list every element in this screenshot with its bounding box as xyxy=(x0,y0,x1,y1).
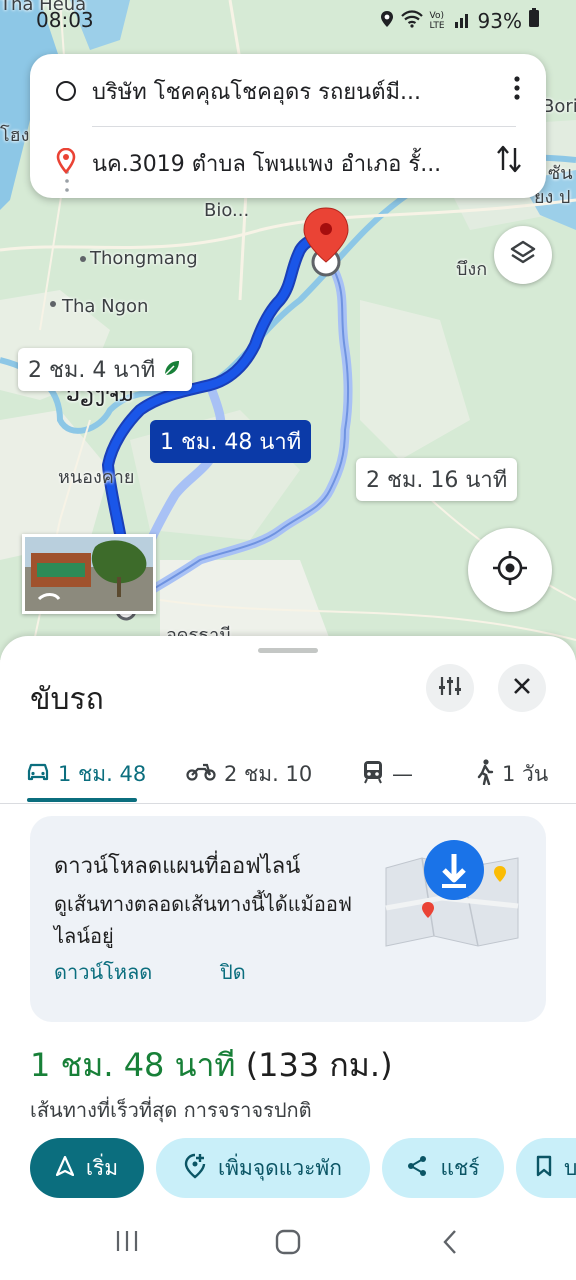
eta-time: 1 ชม. 48 นาที xyxy=(30,1046,236,1084)
share-icon xyxy=(406,1155,428,1182)
route-divider xyxy=(92,126,516,127)
battery-icon xyxy=(528,8,540,33)
wifi-icon xyxy=(400,9,424,33)
offline-map-card: ดาวน์โหลดแผนที่ออฟไลน์ ดูเส้นทางตลอดเส้น… xyxy=(30,816,546,1022)
layers-icon xyxy=(509,239,537,271)
origin-row[interactable]: บริษัท โชคคุณโชคอุดร รถยนต์มี... xyxy=(30,58,546,124)
tab-drive[interactable]: 1 ชม. 48 xyxy=(26,744,146,804)
eta-subtitle: เส้นทางที่เร็วที่สุด การจราจรปกติ xyxy=(30,1098,312,1122)
origin-circle-icon xyxy=(56,81,76,101)
bookmark-icon xyxy=(536,1155,552,1182)
motorcycle-icon xyxy=(186,762,216,787)
origin-input[interactable]: บริษัท โชคคุณโชคอุดร รถยนต์มี... xyxy=(92,74,478,109)
action-buttons: เริ่ม เพิ่มจุดแวะพัก แชร์ บ xyxy=(30,1138,576,1198)
route-options-button[interactable] xyxy=(426,664,474,712)
start-button-label: เริ่ม xyxy=(85,1155,119,1180)
route-card: บริษัท โชคคุณโชคอุดร รถยนต์มี... นค.3019… xyxy=(30,54,546,198)
swap-icon[interactable] xyxy=(496,144,522,178)
battery-level: 93% xyxy=(477,8,522,33)
travel-mode-tabs: 1 ชม. 48 2 ชม. 10 — 1 วัน xyxy=(0,744,576,804)
signal-icon xyxy=(454,9,472,33)
tab-walk-label: 1 วัน xyxy=(502,761,549,786)
dismiss-link[interactable]: ปิด xyxy=(220,956,246,988)
location-icon xyxy=(380,9,394,33)
route-time-alt-chip[interactable]: 2 ชม. 16 นาที xyxy=(356,458,518,501)
map-label-tha-ngon: Tha Ngon xyxy=(62,296,149,317)
tab-motorcycle[interactable]: 2 ชม. 10 xyxy=(186,744,312,804)
tab-walk[interactable]: 1 วัน xyxy=(476,744,548,804)
route-time-eco-chip[interactable]: 2 ชม. 4 นาที xyxy=(18,348,193,391)
eta-distance: (133 กม.) xyxy=(245,1046,393,1084)
walk-icon xyxy=(476,758,494,790)
crosshair-icon xyxy=(491,549,529,591)
map-label-laos-left: โฮง xyxy=(0,125,30,146)
recents-icon[interactable] xyxy=(114,1228,140,1258)
train-icon xyxy=(362,760,384,789)
car-icon xyxy=(26,762,50,787)
tab-transit-label: — xyxy=(392,762,413,786)
map-label-buengkan: บึงก xyxy=(456,259,488,280)
offline-card-description: ดูเส้นทางตลอดเส้นทางนี้ได้แม้ออฟไลน์อยู่ xyxy=(54,892,352,948)
close-icon xyxy=(513,677,531,699)
start-button[interactable]: เริ่ม xyxy=(30,1138,144,1198)
save-label: บ xyxy=(564,1155,576,1180)
save-button[interactable]: บ xyxy=(516,1138,576,1198)
route-time-eco-label: 2 ชม. 4 นาที xyxy=(28,358,156,383)
share-label: แชร์ xyxy=(440,1155,480,1180)
layers-button[interactable] xyxy=(494,226,552,284)
status-bar: 08:03 Vo) LTE 93% xyxy=(0,0,576,40)
system-nav-bar xyxy=(0,1210,576,1280)
status-time: 08:03 xyxy=(36,8,94,32)
my-location-button[interactable] xyxy=(468,528,552,612)
destination-input[interactable]: นค.3019 ตำบล โพนแพง อำเภอ รั้... xyxy=(92,146,478,181)
eta-summary: 1 ชม. 48 นาที (133 กม.) xyxy=(30,1040,393,1091)
sheet-title: ขับรถ xyxy=(30,682,104,717)
home-icon[interactable] xyxy=(274,1228,302,1260)
tab-drive-label: 1 ชม. 48 xyxy=(58,761,147,786)
tabs-divider xyxy=(0,803,576,804)
tune-icon xyxy=(438,675,462,701)
share-button[interactable]: แชร์ xyxy=(382,1138,504,1198)
route-time-fastest-chip[interactable]: 1 ชม. 48 นาที xyxy=(150,420,312,463)
street-view-thumbnail[interactable] xyxy=(22,534,156,614)
status-icons: Vo) LTE 93% xyxy=(380,8,540,33)
sheet-drag-handle[interactable] xyxy=(258,648,318,653)
more-options-icon[interactable] xyxy=(514,76,520,104)
map-label-thongmang: Thongmang xyxy=(90,248,198,269)
active-tab-indicator xyxy=(27,798,137,802)
add-stop-label: เพิ่มจุดแวะพัก xyxy=(218,1155,342,1180)
offline-card-title: ดาวน์โหลดแผนที่ออฟไลน์ xyxy=(54,854,301,879)
offline-map-illustration xyxy=(382,838,522,952)
download-link[interactable]: ดาวน์โหลด xyxy=(54,956,152,988)
map-label-bori: Bori xyxy=(542,96,576,117)
map-label-bio: Bio... xyxy=(204,200,250,221)
add-location-icon xyxy=(184,1153,206,1184)
close-button[interactable] xyxy=(498,664,546,712)
directions-sheet: ขับรถ 1 ชม. 48 2 ชม. 10 — 1 วัน ดาวน์โหล… xyxy=(0,636,576,1280)
destination-row[interactable]: นค.3019 ตำบล โพนแพง อำเภอ รั้... xyxy=(30,130,546,196)
navigation-arrow-icon xyxy=(55,1155,74,1181)
map-label-nongkhai: หนองคาย xyxy=(58,467,135,488)
leaf-icon xyxy=(162,358,182,384)
volte-label: Vo) LTE xyxy=(429,10,445,31)
destination-pin-icon xyxy=(56,147,76,178)
back-icon[interactable] xyxy=(440,1228,460,1260)
tab-transit[interactable]: — xyxy=(362,744,413,804)
tab-motorcycle-label: 2 ชม. 10 xyxy=(224,761,313,786)
add-stop-button[interactable]: เพิ่มจุดแวะพัก xyxy=(156,1138,370,1198)
